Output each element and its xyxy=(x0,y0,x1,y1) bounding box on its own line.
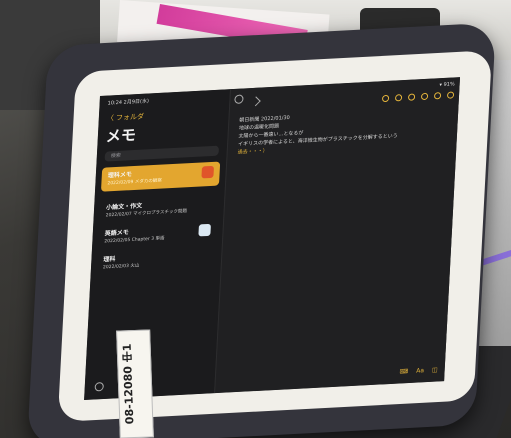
note-title: 理科メモ xyxy=(107,171,132,180)
status-battery: ▾ 91% xyxy=(439,81,455,89)
checklist-icon[interactable] xyxy=(381,94,390,103)
note-title: 英語メモ xyxy=(104,229,129,238)
note-toolbar xyxy=(381,91,455,103)
detail-bottom-toolbar: ⌨ Aa ◫ xyxy=(399,367,437,376)
search-input[interactable]: 検索 xyxy=(104,145,220,162)
note-body-line: 過去・・・） xyxy=(237,148,268,156)
markup-icon[interactable] xyxy=(420,92,429,101)
note-list-item[interactable]: 理科メモ 2022/02/09 メダカの観察 xyxy=(100,161,221,192)
keyboard-icon[interactable]: ⌨ xyxy=(399,368,408,375)
camera-icon[interactable] xyxy=(407,93,416,101)
note-thumbnail xyxy=(201,165,215,179)
compose-icon[interactable] xyxy=(446,91,455,99)
table-icon[interactable] xyxy=(394,94,403,102)
share-icon[interactable] xyxy=(433,92,442,100)
photo-scene: 10:24 2月9日(水) 〈 フォルダ メモ 検索 理科メモ 2022/02/… xyxy=(0,0,511,438)
note-subtitle: 2022/02/03 火山 xyxy=(102,263,140,271)
folders-back-button[interactable]: 〈 フォルダ xyxy=(107,112,145,124)
more-icon[interactable] xyxy=(234,94,244,104)
folder-settings-icon[interactable] xyxy=(94,382,104,392)
page-title: メモ xyxy=(105,126,137,146)
note-list-item[interactable]: 英語メモ 2022/02/05 Chapter 3 単語 xyxy=(98,220,217,250)
expand-icon[interactable] xyxy=(250,96,261,107)
status-time: 10:24 2月9日(水) xyxy=(107,98,150,107)
note-list-item[interactable]: 理科 2022/02/03 火山 xyxy=(97,246,216,276)
sticker-text: 08-12080 中1 xyxy=(120,343,137,425)
note-list-item[interactable]: 小論文・作文 2022/02/07 マイクロプラスチック問題 xyxy=(99,194,218,224)
camera-icon[interactable]: ◫ xyxy=(432,367,438,374)
note-title: 理科 xyxy=(103,255,116,264)
notes-sidebar: 10:24 2月9日(水) 〈 フォルダ メモ 検索 理科メモ 2022/02/… xyxy=(84,89,231,400)
note-body-line: 朝日新聞 2022/01/30 xyxy=(239,114,290,124)
note-detail: ▾ 91% 朝日新聞 2022/01/30 地球の温暖化問題 太陽から一番遠い…… xyxy=(214,77,461,394)
note-thumbnail xyxy=(198,223,211,237)
name-sticker: 08-12080 中1 xyxy=(116,329,154,438)
format-button[interactable]: Aa xyxy=(416,367,424,374)
